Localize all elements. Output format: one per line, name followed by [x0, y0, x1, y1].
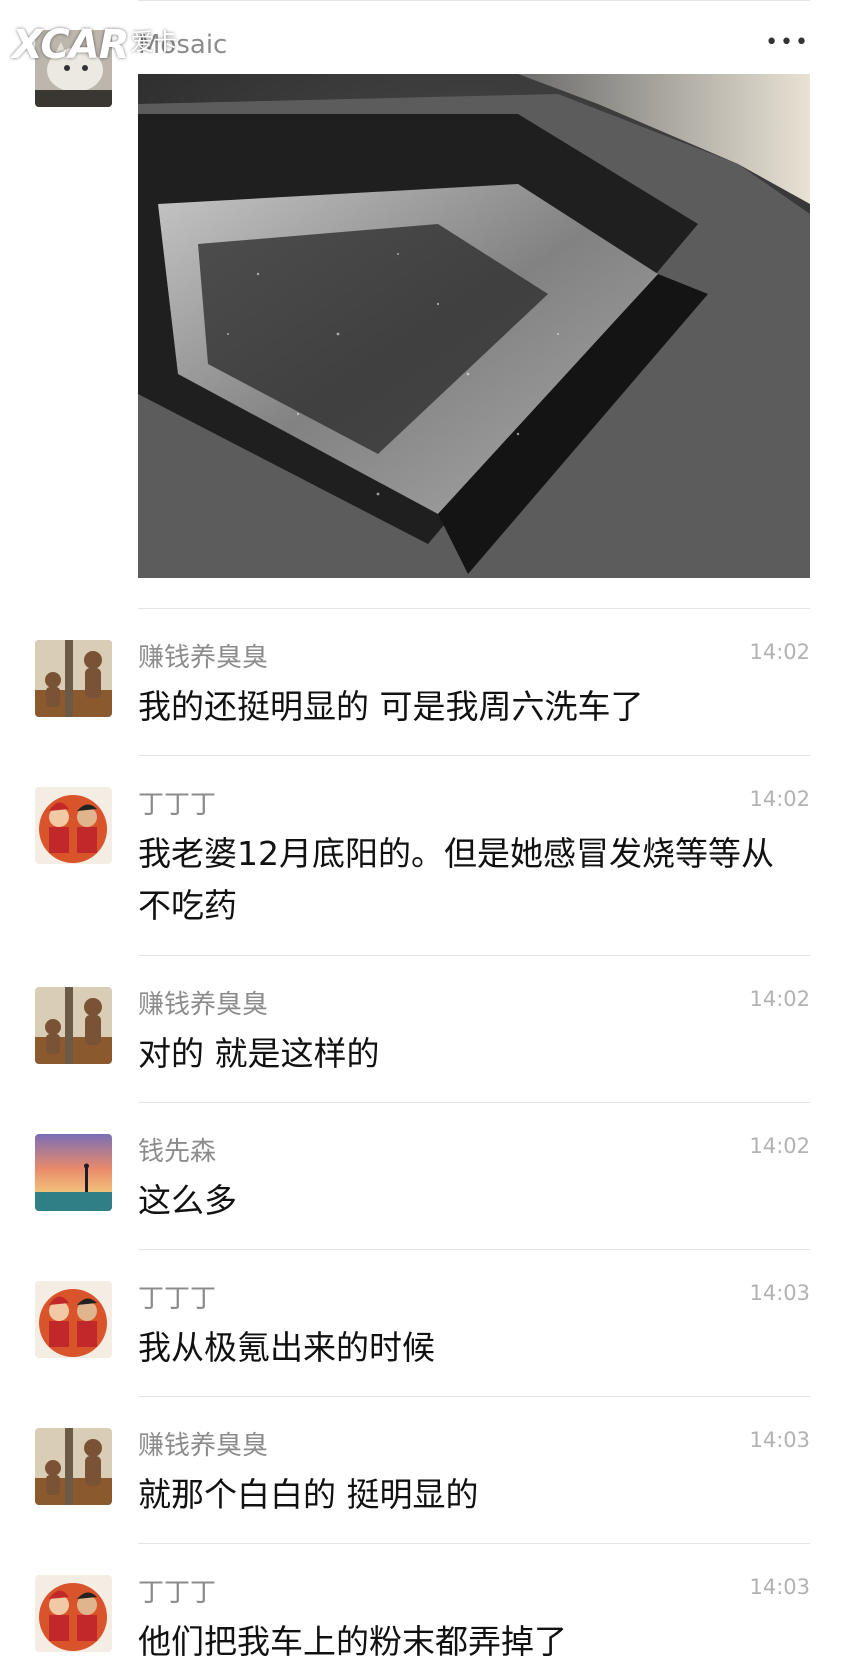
message-text: 我老婆12月底阳的。但是她感冒发烧等等从不吃药	[138, 834, 774, 925]
sunset-avatar-icon	[35, 1134, 112, 1211]
message-time: 14:02	[749, 640, 810, 664]
message-item: 赚钱养臭臭 14:02 对的 就是这样的	[0, 956, 846, 1102]
avatar-bear[interactable]	[35, 987, 112, 1064]
message-item: 丁丁丁 14:03 我从极氪出来的时候	[0, 1250, 846, 1396]
sender-name: 赚钱养臭臭	[138, 990, 269, 1020]
message-photo[interactable]	[138, 74, 810, 578]
message-item: 丁丁丁 14:02 我老婆12月底阳的。但是她感冒发烧等等从不吃药	[0, 756, 846, 955]
sender-name: 丁丁丁	[138, 1578, 217, 1608]
message-text: 这么多	[138, 1181, 237, 1220]
bear-avatar-icon	[35, 640, 112, 717]
chat-history: XCAR爱卡 Mosaic ••• 赚钱养臭臭 14:02 我的还挺明显的 可是…	[0, 0, 846, 1672]
sender-name: 丁丁丁	[138, 790, 217, 820]
bear-avatar-icon	[35, 1428, 112, 1505]
car-dashboard-photo	[138, 74, 810, 578]
message-time: 14:02	[749, 787, 810, 811]
message-text: 我从极氪出来的时候	[138, 1328, 435, 1367]
message-text: 就那个白白的 挺明显的	[138, 1475, 479, 1514]
message-time: 14:03	[749, 1428, 810, 1452]
message-text: 我的还挺明显的 可是我周六洗车了	[138, 687, 644, 726]
message-text: 对的 就是这样的	[138, 1034, 380, 1073]
sender-name: 赚钱养臭臭	[138, 1431, 269, 1461]
sender-name: 赚钱养臭臭	[138, 643, 269, 673]
sender-name: 丁丁丁	[138, 1284, 217, 1314]
bear-avatar-icon	[35, 987, 112, 1064]
basketball-avatar-icon	[35, 787, 112, 864]
message-item: 赚钱养臭臭 14:03 就那个白白的 挺明显的	[0, 1397, 846, 1543]
message-time: 14:02	[749, 1134, 810, 1158]
xcar-watermark-logo: XCAR爱卡	[12, 22, 178, 68]
more-options-icon[interactable]: •••	[765, 30, 810, 55]
message-time: 14:03	[749, 1281, 810, 1305]
message-item: 钱先森 14:02 这么多	[0, 1103, 846, 1249]
sender-name: 钱先森	[138, 1137, 217, 1167]
message-item: 丁丁丁 14:03 他们把我车上的粉末都弄掉了	[0, 1544, 846, 1672]
avatar-basketball[interactable]	[35, 787, 112, 864]
message-item: Mosaic •••	[0, 0, 846, 610]
avatar-sunset[interactable]	[35, 1134, 112, 1211]
avatar-basketball[interactable]	[35, 1281, 112, 1358]
message-text: 他们把我车上的粉末都弄掉了	[138, 1622, 567, 1661]
avatar-bear[interactable]	[35, 640, 112, 717]
message-time: 14:03	[749, 1575, 810, 1599]
message-time: 14:02	[749, 987, 810, 1011]
basketball-avatar-icon	[35, 1575, 112, 1652]
message-item: 赚钱养臭臭 14:02 我的还挺明显的 可是我周六洗车了	[0, 609, 846, 755]
basketball-avatar-icon	[35, 1281, 112, 1358]
avatar-bear[interactable]	[35, 1428, 112, 1505]
avatar-basketball[interactable]	[35, 1575, 112, 1652]
